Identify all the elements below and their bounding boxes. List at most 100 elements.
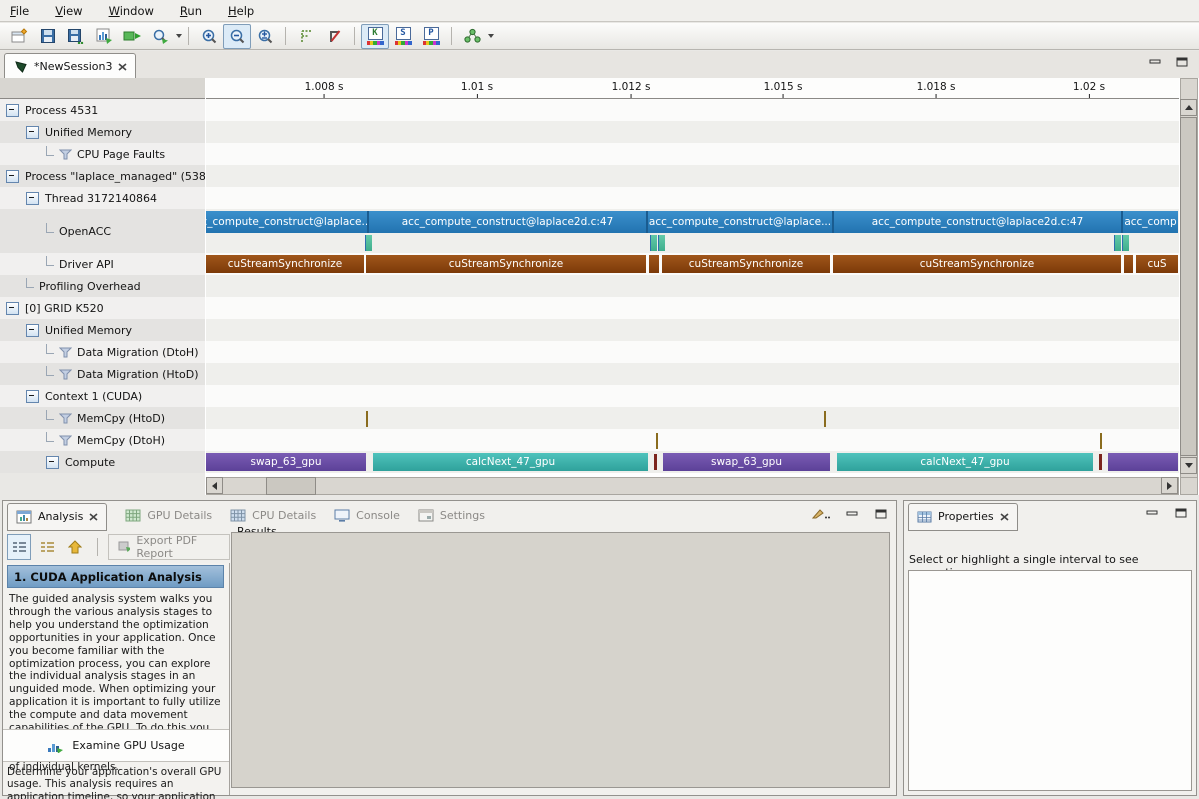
- tree-row-cpu-page-faults[interactable]: CPU Page Faults: [0, 143, 205, 165]
- kernel-interval-calcnext[interactable]: calcNext_47_gpu: [373, 453, 648, 471]
- tab-settings[interactable]: Settings: [418, 509, 485, 522]
- tree-row-grid-k520[interactable]: [0] GRID K520: [0, 297, 205, 319]
- scroll-left-button[interactable]: [206, 477, 223, 494]
- tree-row-openacc[interactable]: OpenACC: [0, 209, 205, 253]
- tree-row-thread[interactable]: Thread 3172140864: [0, 187, 205, 209]
- memcpy-htod-interval[interactable]: [366, 411, 368, 427]
- maximize-icon[interactable]: [875, 509, 888, 519]
- view-menu-icon[interactable]: [812, 508, 830, 519]
- openacc-launch-marker[interactable]: [1114, 235, 1121, 251]
- memcpy-dtoh-interval[interactable]: [1100, 433, 1102, 449]
- collapse-icon[interactable]: [46, 456, 59, 469]
- openacc-interval[interactable]: acc_comp: [1121, 211, 1178, 233]
- call-tree-button[interactable]: [458, 24, 486, 49]
- kernel-interval-swap[interactable]: [1108, 453, 1178, 471]
- openacc-interval[interactable]: acc_compute_construct@laplace...: [646, 211, 832, 233]
- maximize-icon[interactable]: [1175, 508, 1188, 518]
- save-all-button[interactable]: [62, 24, 90, 49]
- driver-api-interval[interactable]: [1124, 255, 1133, 273]
- tree-row-unified-memory[interactable]: Unified Memory: [0, 121, 205, 143]
- menu-view[interactable]: View: [55, 4, 82, 18]
- tab-console[interactable]: Console: [334, 509, 400, 522]
- export-pdf-button[interactable]: Export PDF Report: [108, 534, 230, 560]
- memcpy-htod-interval[interactable]: [824, 411, 826, 427]
- scroll-down-button[interactable]: [1180, 457, 1197, 474]
- openacc-launch-marker[interactable]: [365, 235, 372, 251]
- tree-row-driver-api[interactable]: Driver API: [0, 253, 205, 275]
- save-button[interactable]: [34, 24, 62, 49]
- tree-row-data-migration-dtoh[interactable]: Data Migration (DtoH): [0, 341, 205, 363]
- report-button[interactable]: [90, 24, 118, 49]
- tab-properties[interactable]: Properties: [908, 503, 1018, 531]
- horizontal-scroll-thumb[interactable]: [266, 477, 316, 495]
- kernel-interval-swap[interactable]: swap_63_gpu: [663, 453, 830, 471]
- collapse-icon[interactable]: [26, 192, 39, 205]
- tree-row-memcpy-htod[interactable]: MemCpy (HtoD): [0, 407, 205, 429]
- tree-row-memcpy-dtoh[interactable]: MemCpy (DtoH): [0, 429, 205, 451]
- tree-row-unified-memory-gpu[interactable]: Unified Memory: [0, 319, 205, 341]
- stream-mode-button[interactable]: S: [389, 24, 417, 49]
- new-session-button[interactable]: [6, 24, 34, 49]
- tree-row-data-migration-htod[interactable]: Data Migration (HtoD): [0, 363, 205, 385]
- session-tab[interactable]: *NewSession3: [4, 53, 136, 79]
- minimize-icon[interactable]: [846, 509, 859, 519]
- driver-api-interval[interactable]: cuStreamSynchronize: [206, 255, 364, 273]
- vertical-scroll-thumb[interactable]: [1180, 117, 1197, 456]
- menu-window[interactable]: Window: [109, 4, 154, 18]
- zoom-fit-button[interactable]: [251, 24, 279, 49]
- run-session-button[interactable]: [118, 24, 146, 49]
- collapse-icon[interactable]: [26, 390, 39, 403]
- call-tree-dropdown-caret[interactable]: [488, 34, 494, 38]
- collapse-icon[interactable]: [26, 324, 39, 337]
- openacc-interval[interactable]: acc_compute_construct@laplace2d.c:47: [832, 211, 1121, 233]
- guided-analysis-button[interactable]: [7, 534, 31, 560]
- driver-api-interval[interactable]: cuS: [1136, 255, 1178, 273]
- openacc-interval[interactable]: c_compute_construct@laplace...: [206, 211, 367, 233]
- process-mode-button[interactable]: P: [417, 24, 445, 49]
- tab-gpu-details[interactable]: GPU Details: [125, 509, 212, 522]
- back-up-button[interactable]: [63, 534, 87, 560]
- kernel-interval-calcnext[interactable]: calcNext_47_gpu: [837, 453, 1093, 471]
- driver-api-interval[interactable]: [649, 255, 659, 273]
- openacc-interval[interactable]: acc_compute_construct@laplace2d.c:47: [367, 211, 646, 233]
- tree-row-profiling-overhead[interactable]: Profiling Overhead: [0, 275, 205, 297]
- zoom-out-button[interactable]: [223, 24, 251, 49]
- driver-api-interval[interactable]: cuStreamSynchronize: [366, 255, 646, 273]
- collapse-icon[interactable]: [6, 104, 19, 117]
- tab-analysis[interactable]: Analysis: [7, 503, 107, 531]
- kernel-mode-button[interactable]: K: [361, 24, 389, 49]
- examine-gpu-usage-button[interactable]: Examine GPU Usage: [3, 729, 229, 762]
- driver-api-interval[interactable]: cuStreamSynchronize: [833, 255, 1121, 273]
- tree-row-compute[interactable]: Compute: [0, 451, 205, 473]
- tab-close-icon[interactable]: [118, 63, 127, 71]
- maximize-icon[interactable]: [1176, 57, 1189, 67]
- scroll-right-button[interactable]: [1161, 477, 1178, 494]
- tree-row-context-1[interactable]: Context 1 (CUDA): [0, 385, 205, 407]
- openacc-launch-marker[interactable]: [1122, 235, 1129, 251]
- collapse-icon[interactable]: [6, 302, 19, 315]
- zoom-in-button[interactable]: [195, 24, 223, 49]
- analyze-button[interactable]: [146, 24, 174, 49]
- memcpy-dtoh-interval[interactable]: [656, 433, 658, 449]
- clear-marks-button[interactable]: [320, 24, 348, 49]
- openacc-launch-marker[interactable]: [658, 235, 665, 251]
- kernel-interval-swap[interactable]: swap_63_gpu: [206, 453, 366, 471]
- minimize-icon[interactable]: [1146, 508, 1159, 518]
- tab-close-icon[interactable]: [89, 513, 98, 521]
- openacc-launch-marker[interactable]: [650, 235, 657, 251]
- timeline-ruler[interactable]: 1.008 s 1.01 s 1.012 s 1.015 s 1.018 s 1…: [206, 78, 1179, 99]
- tree-row-process-laplace[interactable]: Process "laplace_managed" (538): [0, 165, 205, 187]
- menu-help[interactable]: Help: [228, 4, 254, 18]
- unguided-analysis-button[interactable]: [35, 534, 59, 560]
- horizontal-scrollbar[interactable]: [206, 477, 1179, 495]
- menu-run[interactable]: Run: [180, 4, 202, 18]
- tab-close-icon[interactable]: [1000, 513, 1009, 521]
- kernel-tick[interactable]: [654, 454, 657, 470]
- kernel-tick[interactable]: [1099, 454, 1102, 470]
- collapse-icon[interactable]: [6, 170, 19, 183]
- tree-row-process-4531[interactable]: Process 4531: [0, 99, 205, 121]
- collapse-icon[interactable]: [26, 126, 39, 139]
- tab-cpu-details[interactable]: CPU Details: [230, 509, 316, 522]
- minimize-icon[interactable]: [1149, 57, 1162, 67]
- driver-api-interval[interactable]: cuStreamSynchronize: [662, 255, 830, 273]
